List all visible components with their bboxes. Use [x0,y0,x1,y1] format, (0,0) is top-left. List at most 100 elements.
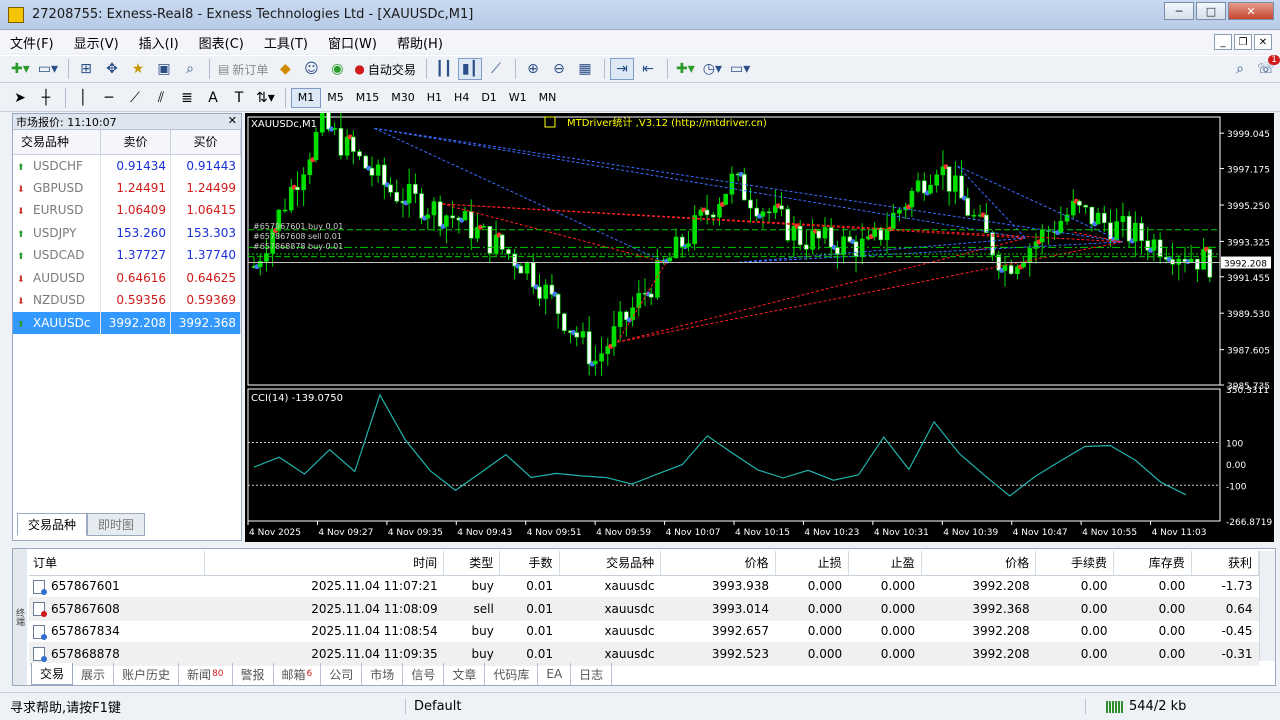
column-7[interactable]: 止盈 [848,551,922,576]
text-label-icon[interactable]: T [227,87,251,109]
line-chart-icon[interactable]: ⟋ [484,58,508,80]
column-6[interactable]: 止损 [775,551,849,576]
column-2[interactable]: 类型 [443,551,501,576]
timeframe-mn[interactable]: MN [533,88,563,108]
crosshair-target-icon[interactable]: ✥ [100,58,124,80]
terminal-tab[interactable]: 文章 [444,663,486,685]
mdi-restore-button[interactable]: ❐ [1234,34,1252,50]
menu-chart[interactable]: 图表(C) [189,33,254,52]
market-watch-row[interactable]: ⬇ GBPUSD 1.24491 1.24499 [13,176,241,199]
column-symbol[interactable]: 交易品种 [13,130,102,155]
terminal-tab[interactable]: 警报 [233,663,274,685]
arrows-icon[interactable]: ⇅▾ [253,87,278,109]
terminal-tab[interactable]: 展示 [73,663,115,685]
vertical-scrollbar[interactable] [1259,551,1275,661]
close-icon[interactable]: ✕ [228,114,237,127]
market-watch-row[interactable]: ⬇ AUDUSD 0.64616 0.64625 [13,266,241,289]
terminal-tab[interactable]: EA [538,663,572,685]
community-icon[interactable]: ☺ [299,58,323,80]
column-ask[interactable]: 买价 [170,130,241,155]
auto-scroll-icon[interactable]: ⇥ [610,58,635,80]
vertical-line-icon[interactable]: │ [71,87,95,109]
terminal-tab[interactable]: 邮箱 6 [274,663,322,685]
new-order-button[interactable]: ▤ 新订单 [215,58,271,80]
market-watch-row[interactable]: ⬆ XAUUSDc 3992.208 3992.368 [13,311,241,334]
market-watch-icon[interactable]: ⊞ [74,58,98,80]
indicators-icon[interactable]: ✚▾ [673,58,698,80]
horizontal-line-icon[interactable]: ─ [97,87,121,109]
strategy-tester-icon[interactable]: ⌕ [178,58,202,80]
market-watch-row[interactable]: ⬇ NZDUSD 0.59356 0.59369 [13,289,241,312]
terminal-tab[interactable]: 市场 [362,663,404,685]
menu-help[interactable]: 帮助(H) [387,33,453,52]
menu-tools[interactable]: 工具(T) [254,33,318,52]
metaeditor-icon[interactable]: ◆ [273,58,297,80]
minimize-button[interactable]: ─ [1164,2,1194,20]
tab-symbols[interactable]: 交易品种 [17,513,88,536]
column-1[interactable]: 时间 [204,551,445,576]
menu-view[interactable]: 显示(V) [64,33,129,52]
timeframe-m30[interactable]: M30 [385,88,421,108]
terminal-tab[interactable]: 代码库 [485,663,539,685]
candlestick-icon[interactable]: ▮┃ [457,58,483,80]
timeframe-m1[interactable]: M1 [290,87,322,108]
navigator-icon[interactable]: ★ [126,58,150,80]
column-9[interactable]: 手续费 [1035,551,1114,576]
terminal-icon[interactable]: ▣ [152,58,176,80]
alerts-icon[interactable]: ☏ 1 [1254,55,1280,80]
timeframe-h1[interactable]: H1 [421,88,448,108]
terminal-tab[interactable]: 新闻 80 [179,663,233,685]
column-11[interactable]: 获利 [1191,551,1260,576]
maximize-button[interactable]: □ [1196,2,1226,20]
crosshair-icon[interactable]: ┼ [34,87,58,109]
price-chart[interactable]: 3999.045 3997.175 3995.250 3993.325 3991.455… [245,113,1274,542]
timeframe-d1[interactable]: D1 [475,88,502,108]
column-4[interactable]: 交易品种 [559,551,662,576]
new-chart-icon[interactable]: ✚▾ [8,58,33,80]
market-watch-row[interactable]: ⬆ USDJPY 153.260 153.303 [13,221,241,244]
cursor-icon[interactable]: ➤ [8,87,32,109]
equidistant-channel-icon[interactable]: ⫽ [149,87,173,109]
timeframe-w1[interactable]: W1 [503,88,533,108]
terminal-tab[interactable]: 账户历史 [114,663,180,685]
search-icon[interactable]: ⌕ [1228,58,1252,80]
mdi-minimize-button[interactable]: _ [1214,34,1232,50]
terminal-tab[interactable]: 日志 [571,663,613,685]
zoom-out-icon[interactable]: ⊖ [547,58,571,80]
column-10[interactable]: 库存费 [1113,551,1192,576]
terminal-tab[interactable]: 信号 [403,663,445,685]
tab-tick-chart[interactable]: 即时图 [87,513,146,536]
periods-icon[interactable]: ◷▾ [700,58,725,80]
trade-row[interactable]: 657867608 2025.11.04 11:08:09 sell 0.01 xauu… [29,597,1259,621]
mdi-close-button[interactable]: ✕ [1254,34,1272,50]
menu-insert[interactable]: 插入(I) [129,33,189,52]
market-watch-row[interactable]: ⬆ USDCHF 0.91434 0.91443 [13,154,241,177]
chart-canvas[interactable]: 3999.045 3997.175 3995.250 3993.325 3991.455… [245,113,1274,542]
trade-row[interactable]: 657867601 2025.11.04 11:07:21 buy 0.01 xauus… [29,575,1259,598]
terminal-tab[interactable]: 公司 [321,663,363,685]
signals-icon[interactable]: ◉ [325,58,349,80]
chart-shift-icon[interactable]: ⇤ [636,58,660,80]
zoom-in-icon[interactable]: ⊕ [521,58,545,80]
market-watch-row[interactable]: ⬆ USDCAD 1.37727 1.37740 [13,244,241,267]
tile-windows-icon[interactable]: ▦ [573,58,597,80]
menu-file[interactable]: 文件(F) [0,33,64,52]
templates-icon[interactable]: ▭▾ [727,58,753,80]
timeframe-h4[interactable]: H4 [448,88,475,108]
timeframe-m5[interactable]: M5 [321,88,350,108]
text-icon[interactable]: A [201,87,225,109]
column-0[interactable]: 订单 [29,551,205,576]
profiles-icon[interactable]: ▭▾ [35,58,61,80]
trade-row[interactable]: 657867834 2025.11.04 11:08:54 buy 0.01 xauus… [29,620,1259,643]
timeframe-m15[interactable]: M15 [350,88,386,108]
bar-chart-icon[interactable]: ┃┃ [432,58,456,80]
trendline-icon[interactable]: ⟋ [123,87,147,109]
column-3[interactable]: 手数 [499,551,560,576]
column-8[interactable]: 价格 [921,551,1037,576]
column-5[interactable]: 价格 [660,551,776,576]
column-bid[interactable]: 卖价 [100,130,172,155]
terminal-tab[interactable]: 交易 [31,663,74,685]
auto-trade-button[interactable]: ● 自动交易 [351,58,419,80]
close-button[interactable]: ✕ [1228,2,1274,20]
menu-window[interactable]: 窗口(W) [318,33,387,52]
